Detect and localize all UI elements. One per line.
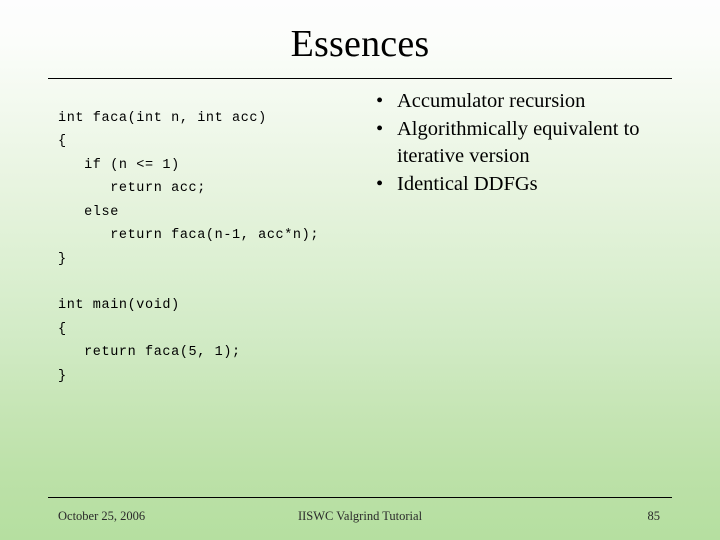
code-block-faca: int faca(int n, int acc) { if (n <= 1) r… [58,110,320,267]
list-item: • Algorithmically equivalent to iterativ… [372,116,672,171]
bullet-column: • Accumulator recursion • Algorithmicall… [372,88,672,198]
page-title: Essences [290,23,430,65]
presentation-slide: Essences int faca(int n, int acc) { if (… [0,0,720,540]
footer-page-number: 85 [472,507,672,525]
code-column: int faca(int n, int acc) { if (n <= 1) r… [58,93,368,402]
bullet-dot-icon: • [376,90,384,112]
bullet-text: Accumulator recursion [397,90,586,112]
title-divider [48,78,672,79]
bullet-list: • Accumulator recursion • Algorithmicall… [372,88,672,198]
footer-title-text: IISWC Valgrind Tutorial [297,509,423,523]
slide-body: int faca(int n, int acc) { if (n <= 1) r… [0,88,720,488]
code-block-main: int main(void) { return faca(5, 1); } [58,298,241,384]
footer-date-text: October 25, 2006 [58,509,146,523]
list-item: • Identical DDFGs [372,171,672,199]
bullet-dot-icon: • [376,172,384,195]
footer-title: IISWC Valgrind Tutorial [248,507,472,525]
footer-date: October 25, 2006 [48,507,248,525]
list-item: • Accumulator recursion [372,88,672,116]
slide-footer: October 25, 2006 IISWC Valgrind Tutorial… [48,503,672,529]
bullet-dot-icon: • [376,117,384,140]
footer-page-number-text: 85 [647,509,661,523]
footer-divider [48,497,672,498]
bullet-text: Algorithmically equivalent to iterative … [397,117,640,168]
bullet-text: Identical DDFGs [397,172,538,195]
